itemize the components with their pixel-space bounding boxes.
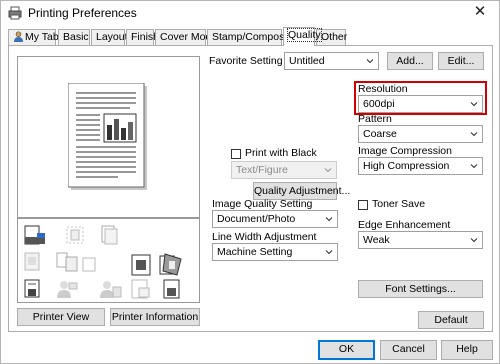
printer-status-icons (17, 218, 200, 303)
chevron-down-icon (470, 132, 478, 137)
line-width-adjustment-value: Machine Setting (217, 246, 293, 258)
resolution-select[interactable]: 600dpi (358, 95, 483, 113)
output-tray-icon (24, 279, 40, 298)
text-figure-value: Text/Figure (236, 164, 288, 176)
image-quality-setting-select[interactable]: Document/Photo (212, 210, 338, 228)
chevron-down-icon (325, 217, 333, 222)
tone-option-icon (163, 279, 180, 299)
chevron-down-icon (325, 250, 333, 255)
user-icon (14, 31, 23, 42)
printer-view-label: Printer View (32, 311, 90, 323)
close-icon: ✕ (473, 3, 487, 20)
window-title: Printing Preferences (28, 6, 137, 20)
printer-main-icon (24, 225, 45, 245)
help-button[interactable]: Help (441, 340, 493, 360)
image-compression-label: Image Compression (358, 145, 452, 157)
tab-cover-mode[interactable]: Cover Mode (155, 29, 217, 45)
booklet-option-icon (82, 257, 96, 272)
print-with-black-checkbox[interactable] (231, 149, 241, 159)
font-settings-button[interactable]: Font Settings... (358, 280, 483, 298)
quality-tab-panel: Favorite Setting Untitled Add... Edit... (8, 45, 493, 332)
resolution-value: 600dpi (363, 98, 395, 110)
print-preview (17, 56, 200, 218)
favorite-setting-label: Favorite Setting (209, 55, 283, 67)
default-button[interactable]: Default (418, 311, 484, 329)
tab-basic[interactable]: Basic (58, 29, 90, 45)
add-favorite-button[interactable]: Add... (387, 52, 433, 70)
edge-enhancement-label: Edge Enhancement (358, 219, 451, 231)
favorite-setting-value: Untitled (289, 55, 325, 67)
account-track-icon (100, 281, 122, 298)
quality-option-icon (159, 253, 182, 276)
pattern-value: Coarse (363, 128, 397, 140)
close-button[interactable]: ✕ (465, 1, 495, 23)
chevron-down-icon (470, 164, 478, 169)
print-with-black-label: Print with Black (245, 147, 317, 159)
chevron-down-icon (324, 168, 332, 173)
image-compression-value: High Compression (363, 160, 450, 172)
line-width-adjustment-label: Line Width Adjustment (212, 231, 317, 243)
pattern-label: Pattern (358, 113, 392, 125)
user-auth-icon (57, 281, 78, 298)
image-quality-setting-value: Document/Photo (217, 213, 296, 225)
toner-save-label: Toner Save (372, 198, 426, 210)
line-width-adjustment-select[interactable]: Machine Setting (212, 243, 338, 261)
edit-favorite-button[interactable]: Edit... (438, 52, 484, 70)
chevron-down-icon (366, 59, 374, 64)
image-compression-select[interactable]: High Compression (358, 157, 483, 175)
add-favorite-label: Add... (396, 55, 424, 67)
printing-preferences-window: Printing Preferences ✕ My Tab Basic Layo… (0, 0, 500, 364)
ok-button[interactable]: OK (318, 340, 375, 360)
toner-save-checkbox[interactable] (358, 200, 368, 210)
printer-information-label: Printer Information (111, 311, 199, 323)
chevron-down-icon (470, 102, 478, 107)
image-quality-setting-label: Image Quality Setting (212, 198, 313, 210)
tab-my-tab-label: My Tab (25, 31, 59, 43)
tab-finish[interactable]: Finish (126, 29, 159, 45)
font-settings-label: Font Settings... (385, 283, 456, 295)
stamp-option-icon (131, 279, 150, 299)
title-bar: Printing Preferences ✕ (1, 1, 499, 25)
tab-quality[interactable]: Quality (283, 27, 322, 46)
edge-enhancement-value: Weak (363, 234, 390, 246)
text-figure-select[interactable]: Text/Figure (231, 161, 337, 179)
color-option-icon (131, 254, 151, 276)
edit-favorite-label: Edit... (447, 55, 475, 67)
duplex-option-icon (56, 252, 78, 272)
cancel-button[interactable]: Cancel (380, 340, 437, 360)
punch-option-icon (101, 225, 118, 245)
tab-basic-label: Basic (63, 31, 89, 43)
edge-enhancement-select[interactable]: Weak (358, 231, 483, 249)
quality-adjustment-label: Quality Adjustment... (254, 185, 351, 197)
resolution-label: Resolution (358, 83, 408, 95)
ok-label: OK (338, 343, 355, 355)
tab-layout-label: Layout (96, 31, 128, 43)
tab-stamp-composition[interactable]: Stamp/Composition (207, 29, 304, 45)
tab-my-tab[interactable]: My Tab (8, 29, 59, 45)
printer-icon (8, 6, 22, 20)
chevron-down-icon (470, 238, 478, 243)
staple-option-icon (66, 226, 84, 244)
tab-other-label: Other (321, 31, 348, 43)
help-label: Help (456, 343, 478, 355)
tray-option-icon (24, 252, 40, 271)
page-preview-image (68, 83, 147, 190)
default-label: Default (434, 314, 468, 326)
tab-quality-label: Quality (287, 28, 322, 42)
tab-layout[interactable]: Layout (91, 29, 128, 45)
pattern-select[interactable]: Coarse (358, 125, 483, 143)
cancel-label: Cancel (392, 343, 425, 355)
printer-view-button[interactable]: Printer View (17, 308, 105, 326)
printer-information-button[interactable]: Printer Information (110, 308, 200, 326)
favorite-setting-select[interactable]: Untitled (284, 52, 379, 70)
